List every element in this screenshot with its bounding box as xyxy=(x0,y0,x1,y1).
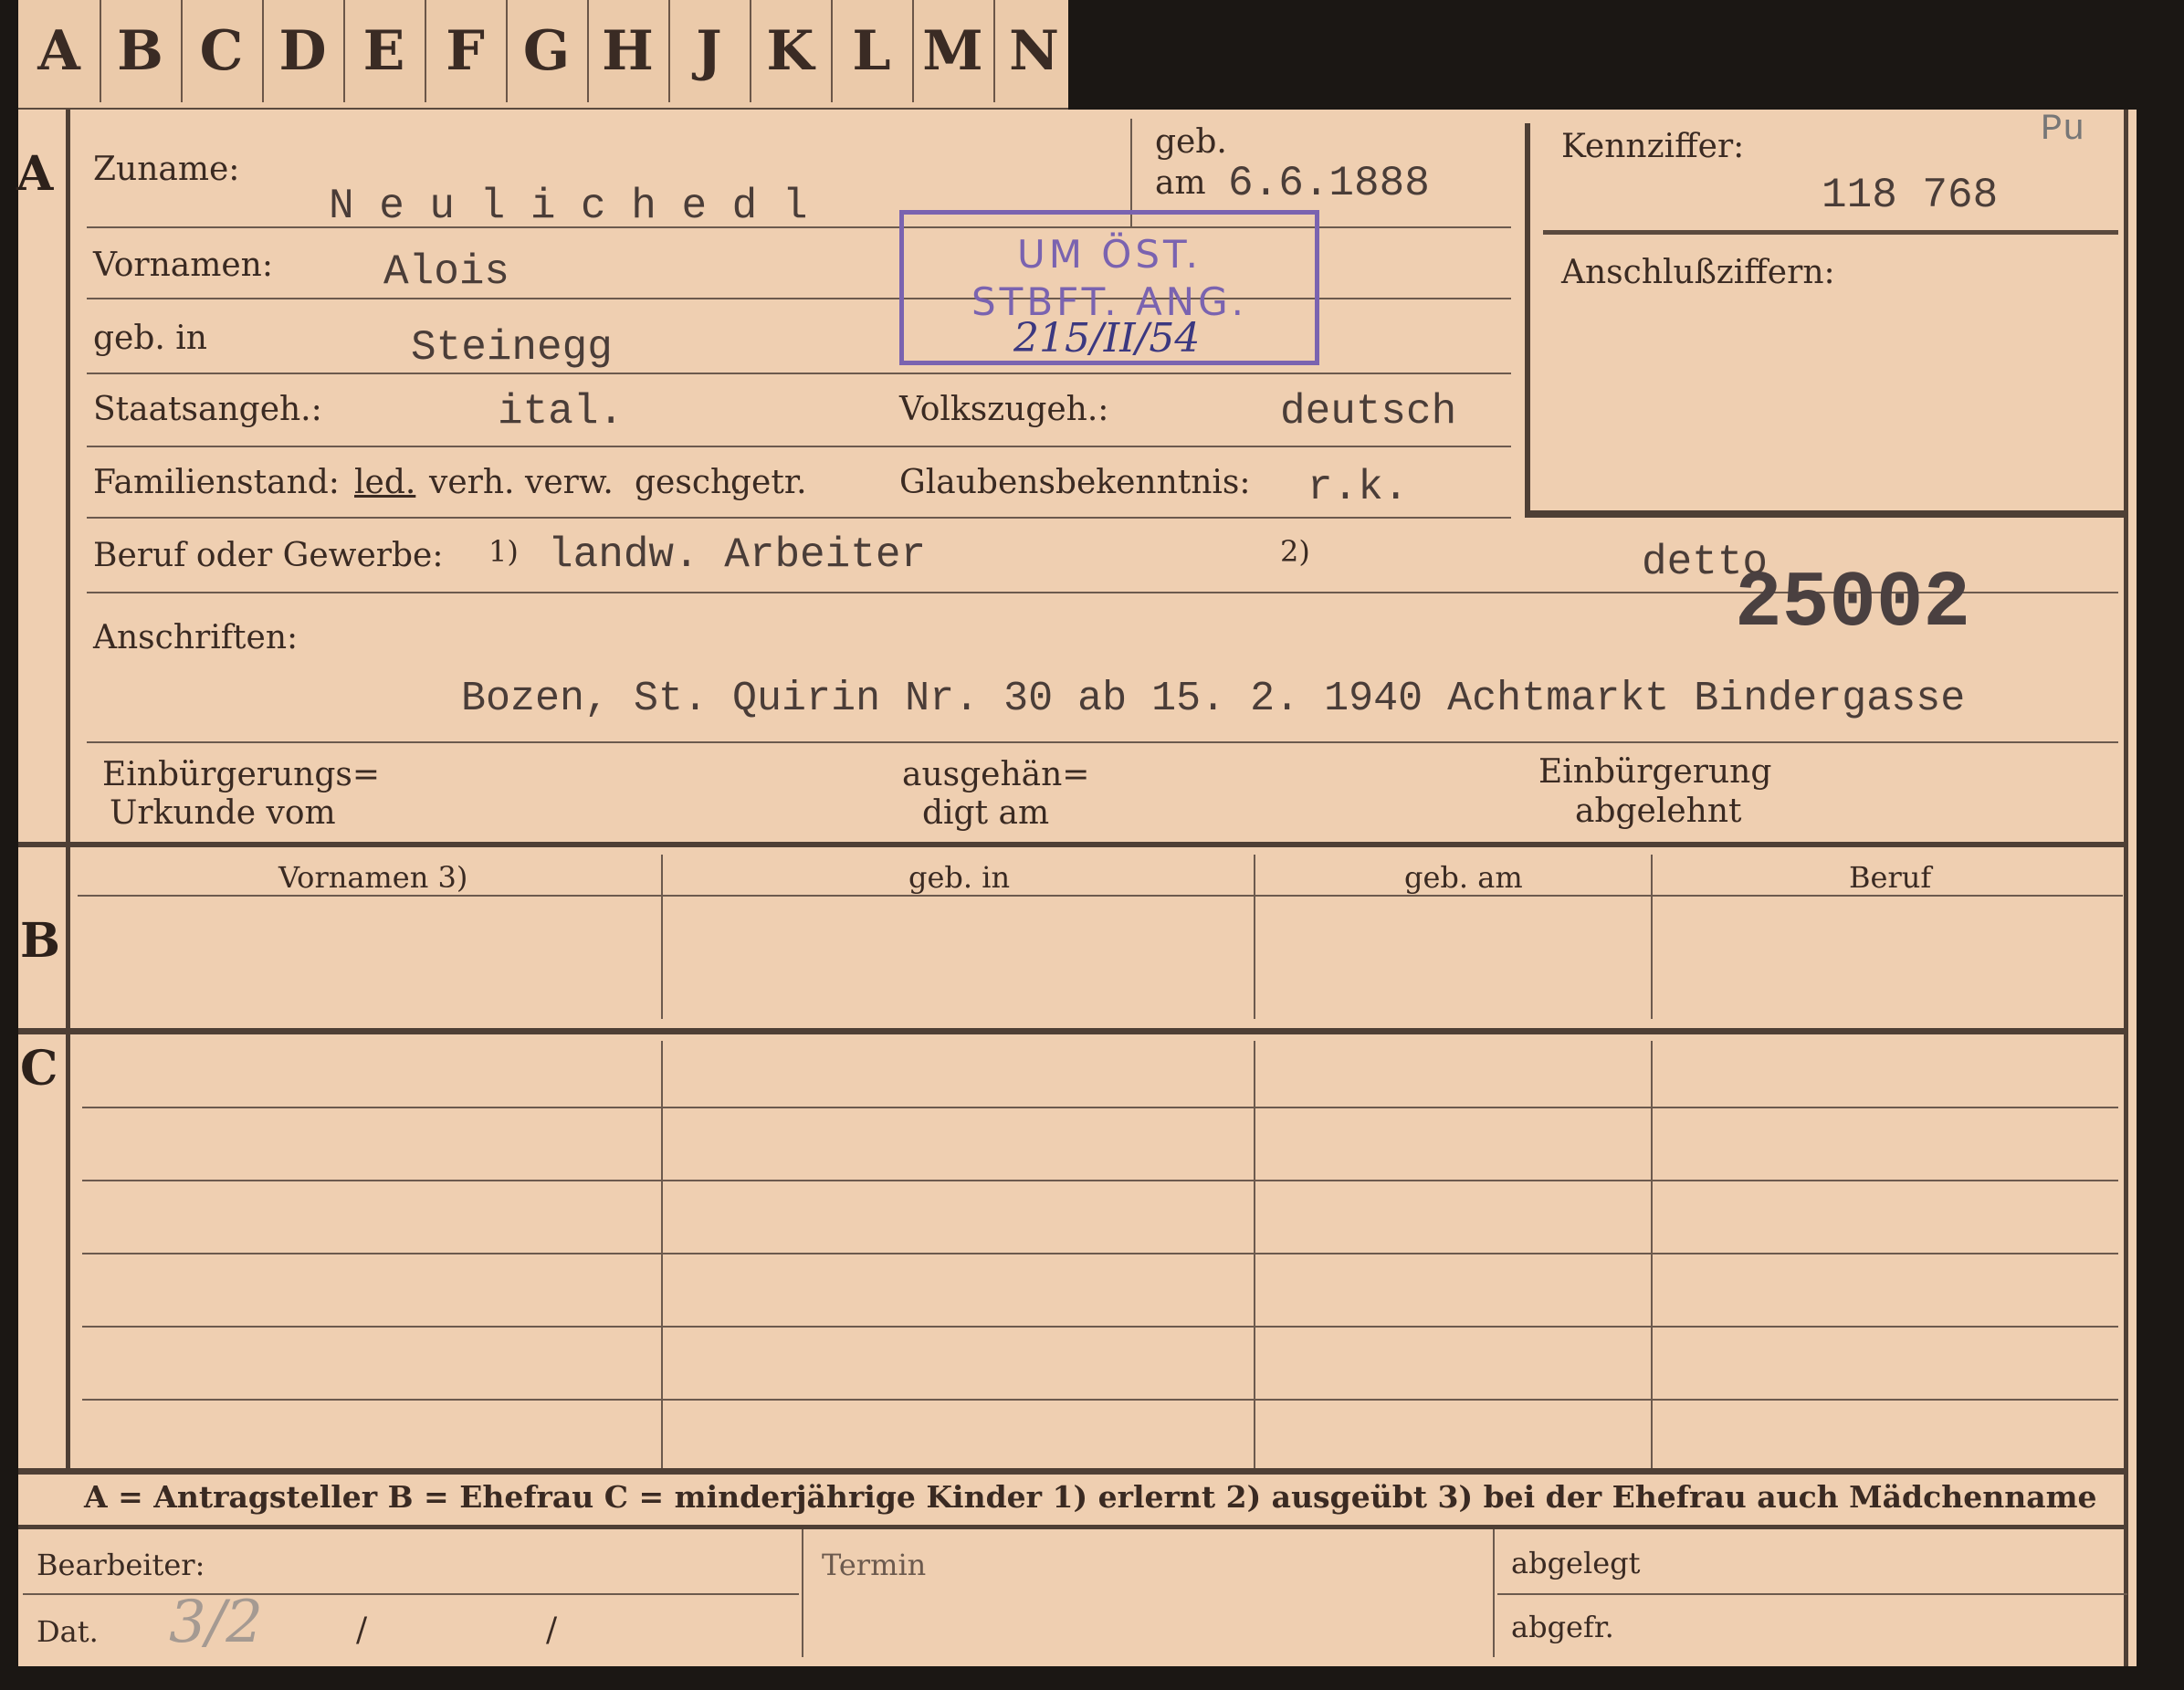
familienstand-option-verw: verw. xyxy=(525,464,614,501)
tab-n[interactable]: N xyxy=(993,0,1075,102)
dat-value: 3/2 xyxy=(169,1589,263,1656)
tab-a[interactable]: A xyxy=(18,0,101,102)
geb-in-label: geb. in xyxy=(93,320,207,357)
familienstand-option-verh: verh. xyxy=(429,464,515,501)
footnote-2: 2) xyxy=(1280,534,1310,569)
rule-anschrift xyxy=(87,741,2118,743)
volkszugeh-value: deutsch xyxy=(1280,388,1457,436)
table-c-row xyxy=(82,1107,2118,1108)
table-b-header-vornamen: Vornamen 3) xyxy=(278,860,468,895)
einbuergerungs-label-2: Urkunde vom xyxy=(110,794,336,832)
section-c-label: C xyxy=(20,1041,58,1097)
tab-j[interactable]: J xyxy=(668,0,751,102)
tab-c[interactable]: C xyxy=(181,0,264,102)
table-c-row xyxy=(82,1326,2118,1328)
vornamen-value: Alois xyxy=(383,248,510,296)
section-c-top-rule xyxy=(18,1028,2127,1034)
right-rule xyxy=(2124,110,2128,1666)
section-b-label: B xyxy=(20,913,60,969)
table-c-col-3 xyxy=(1651,1041,1653,1470)
tab-g[interactable]: G xyxy=(506,0,589,102)
glaubensbekenntnis-label: Glaubensbekenntnis: xyxy=(899,464,1251,501)
registry-number: 25002 xyxy=(1735,559,1971,648)
kennziffer-label: Kennziffer: xyxy=(1561,128,1745,165)
familienstand-option-getr: getr. xyxy=(730,464,807,501)
table-c-row xyxy=(82,1399,2118,1401)
am-label: am xyxy=(1155,164,1206,202)
rule-staat xyxy=(87,446,1511,447)
volkszugeh-label: Volkszugeh.: xyxy=(899,391,1109,428)
dat-label: Dat. xyxy=(37,1614,99,1649)
einbuergerungs-label-1: Einbürgerungs= xyxy=(102,756,381,793)
legend-top-rule xyxy=(18,1468,2127,1475)
geb-label: geb. xyxy=(1155,123,1227,161)
legend-bottom-rule xyxy=(18,1525,2127,1529)
ausgehaen-label-1: ausgehän= xyxy=(902,756,1090,793)
dat-slash-2: / xyxy=(546,1611,558,1649)
tab-f[interactable]: F xyxy=(425,0,508,102)
section-b-top-rule xyxy=(18,842,2127,847)
tab-m[interactable]: M xyxy=(912,0,995,102)
rule-gebin xyxy=(87,373,1511,374)
tab-l[interactable]: L xyxy=(831,0,914,102)
table-c-row xyxy=(82,1180,2118,1181)
einb-abgelehnt-label-1: Einbürgerung xyxy=(1538,753,1772,791)
tab-h[interactable]: H xyxy=(587,0,670,102)
tab-strip: A B C D E F G H J K L M N xyxy=(18,0,1068,113)
anschriften-label: Anschriften: xyxy=(93,619,299,656)
glaubensbekenntnis-value: r.k. xyxy=(1307,464,1409,511)
stamp-line-1: UM ÖST. xyxy=(1016,232,1202,277)
rule-familie xyxy=(87,517,1511,519)
tab-d[interactable]: D xyxy=(262,0,345,102)
geb-in-value: Steinegg xyxy=(411,324,613,372)
table-b-col-3 xyxy=(1651,855,1653,1019)
familienstand-option-gesch: gesch. xyxy=(635,464,742,501)
table-c-row xyxy=(82,1253,2118,1254)
section-a-label: A xyxy=(16,146,54,202)
kennziffer-divider xyxy=(1543,230,2118,235)
footnote-1: 1) xyxy=(488,534,519,569)
beruf-erlernt-value: landw. Arbeiter xyxy=(548,531,927,579)
abgefr-label: abgefr. xyxy=(1511,1610,1614,1644)
bearbeiter-label: Bearbeiter: xyxy=(37,1548,205,1582)
table-b-header-rule xyxy=(78,895,2123,897)
table-b-col-1 xyxy=(661,855,663,1019)
termin-label: Termin xyxy=(822,1548,927,1582)
kennziffer-box-left xyxy=(1525,123,1530,516)
abgelegt-label: abgelegt xyxy=(1511,1546,1641,1580)
kennziffer-box-bottom xyxy=(1525,510,2127,518)
footer-rule-right xyxy=(1497,1593,2127,1595)
zuname-value: N e u l i c h e d l xyxy=(329,183,808,230)
table-b-header-beruf: Beruf xyxy=(1849,860,1932,895)
einb-abgelehnt-label-2: abgelehnt xyxy=(1575,793,1742,830)
kennziffer-value: 118 768 xyxy=(1822,172,1999,219)
tab-k[interactable]: K xyxy=(750,0,833,102)
tab-b[interactable]: B xyxy=(100,0,183,102)
staatsangeh-label: Staatsangeh.: xyxy=(93,391,322,428)
left-rule xyxy=(66,110,70,1470)
anschrift-value: Bozen, St. Quirin Nr. 30 ab 15. 2. 1940 … xyxy=(461,676,1966,722)
legend: A = Antragsteller B = Ehefrau C = minder… xyxy=(84,1479,2097,1515)
table-c-col-1 xyxy=(661,1041,663,1470)
table-b-header-geb-am: geb. am xyxy=(1404,860,1523,895)
beruf-label: Beruf oder Gewerbe: xyxy=(93,537,444,574)
familienstand-option-led: led. xyxy=(354,464,416,501)
tab-e[interactable]: E xyxy=(343,0,426,102)
familienstand-label: Familienstand: xyxy=(93,464,340,501)
stamp-handwritten: 215/II/54 xyxy=(1013,315,1201,362)
footer-divider-2 xyxy=(1493,1529,1495,1657)
table-b-header-geb-in: geb. in xyxy=(908,860,1011,895)
geb-am-value: 6.6.1888 xyxy=(1228,160,1430,207)
footer-divider-1 xyxy=(802,1529,803,1657)
zuname-label: Zuname: xyxy=(93,151,240,188)
staatsangeh-value: ital. xyxy=(498,388,625,436)
anschlussziffern-label: Anschlußziffern: xyxy=(1561,254,1835,291)
table-c-col-2 xyxy=(1254,1041,1255,1470)
footer-rule-left xyxy=(23,1593,799,1595)
dat-slash-1: / xyxy=(356,1611,368,1649)
table-b-col-2 xyxy=(1254,855,1255,1019)
kennziffer-note: Pu xyxy=(2041,110,2085,151)
ausgehaen-label-2: digt am xyxy=(922,794,1050,832)
vornamen-label: Vornamen: xyxy=(93,247,273,284)
